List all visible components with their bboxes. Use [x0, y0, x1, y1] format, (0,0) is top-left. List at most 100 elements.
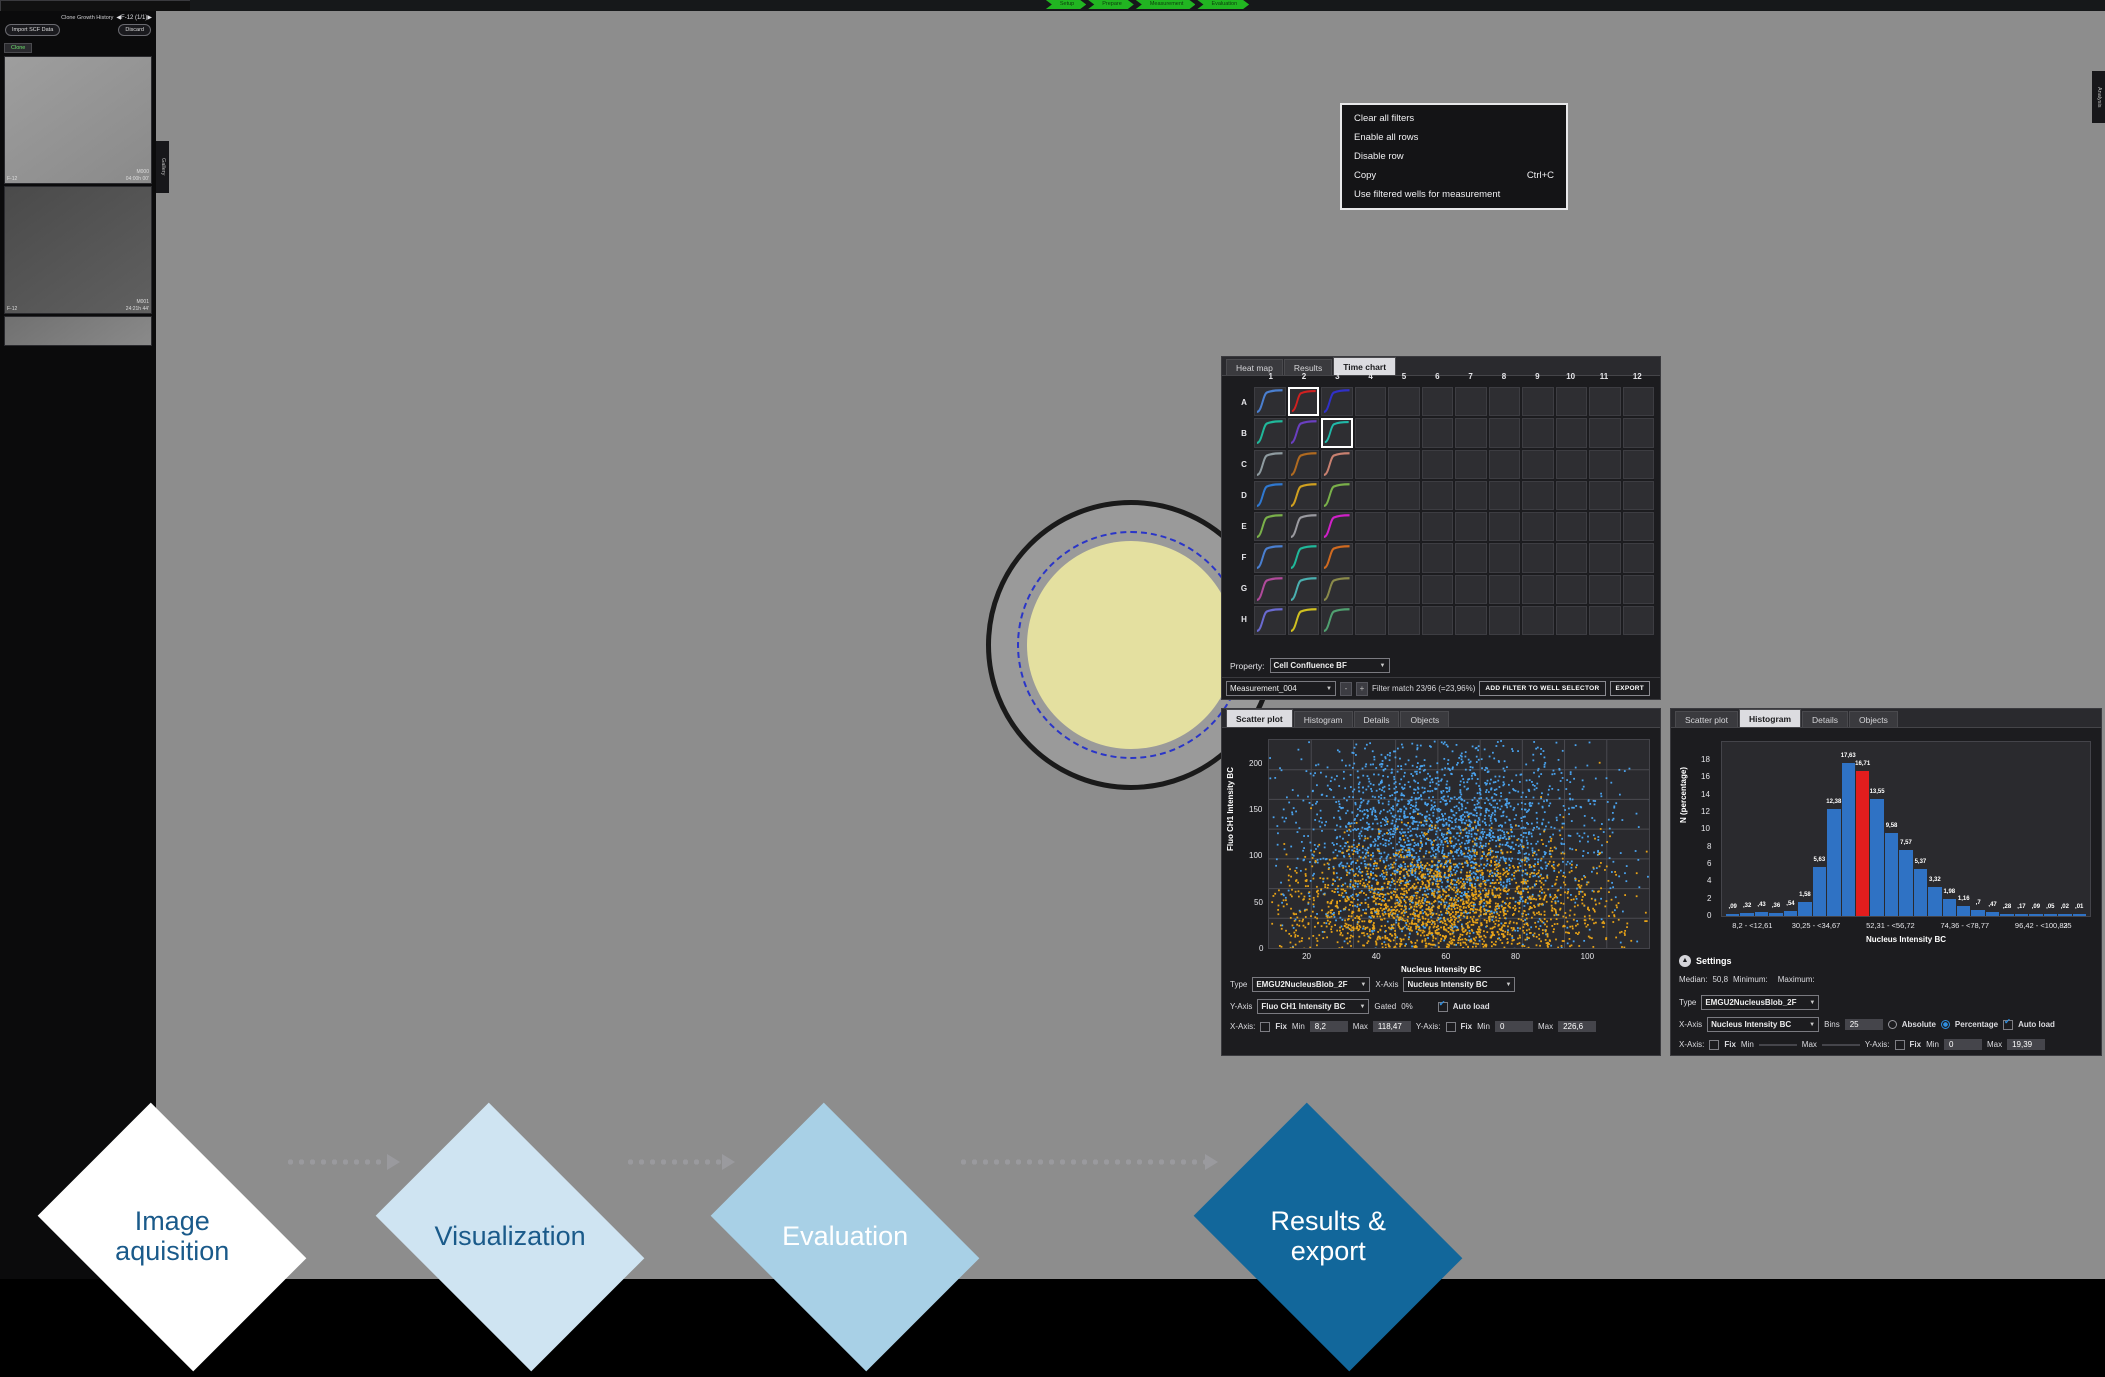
timechart-well-B-11[interactable] — [1589, 418, 1621, 447]
absolute-radio[interactable] — [1888, 1020, 1897, 1029]
histogram-bar[interactable]: ,28 — [2000, 914, 2013, 916]
timechart-well-C-5[interactable] — [1388, 450, 1420, 479]
timechart-well-H-9[interactable] — [1522, 606, 1554, 635]
timechart-well-D-5[interactable] — [1388, 481, 1420, 510]
timechart-well-G-12[interactable] — [1623, 575, 1655, 604]
auto-load-checkbox[interactable] — [1438, 1002, 1448, 1012]
y-max-input[interactable]: 19,39 — [2007, 1039, 2045, 1050]
timechart-well-A-1[interactable] — [1254, 387, 1286, 416]
timechart-well-F-7[interactable] — [1455, 543, 1487, 572]
timechart-well-C-4[interactable] — [1355, 450, 1387, 479]
histogram-bar[interactable]: 5,63 — [1813, 867, 1826, 916]
tab-scatter-plot[interactable]: Scatter plot — [1226, 709, 1293, 727]
timechart-well-A-10[interactable] — [1556, 387, 1588, 416]
timechart-grid[interactable] — [1254, 387, 1654, 635]
timechart-well-C-7[interactable] — [1455, 450, 1487, 479]
x-min-input[interactable] — [1759, 1044, 1797, 1046]
timechart-well-A-12[interactable] — [1623, 387, 1655, 416]
timechart-well-C-11[interactable] — [1589, 450, 1621, 479]
timechart-well-C-3[interactable] — [1321, 450, 1353, 479]
timechart-well-D-7[interactable] — [1455, 481, 1487, 510]
menu-item-enable-all-rows[interactable]: Enable all rows — [1342, 128, 1566, 147]
x-max-input[interactable] — [1822, 1044, 1860, 1046]
timechart-well-G-10[interactable] — [1556, 575, 1588, 604]
histogram-bar[interactable]: ,09 — [1726, 914, 1739, 916]
timechart-well-E-4[interactable] — [1355, 512, 1387, 541]
timechart-well-D-12[interactable] — [1623, 481, 1655, 510]
timechart-well-F-10[interactable] — [1556, 543, 1588, 572]
timechart-well-B-3[interactable] — [1321, 418, 1353, 447]
y-fix-checkbox[interactable] — [1446, 1022, 1456, 1032]
timechart-well-D-1[interactable] — [1254, 481, 1286, 510]
type-dropdown[interactable]: EMGU2NucleusBlob_2F ▼ — [1701, 995, 1819, 1010]
timechart-well-E-8[interactable] — [1489, 512, 1521, 541]
timechart-well-H-1[interactable] — [1254, 606, 1286, 635]
increment-button[interactable]: + — [1356, 682, 1368, 696]
histogram-bar[interactable]: 16,71 — [1856, 771, 1869, 916]
tab-objects[interactable]: Objects — [1849, 711, 1898, 727]
tab-details[interactable]: Details — [1354, 711, 1400, 727]
histogram-bar[interactable]: ,17 — [2015, 914, 2028, 916]
timechart-well-H-3[interactable] — [1321, 606, 1353, 635]
timechart-well-F-11[interactable] — [1589, 543, 1621, 572]
auto-load-checkbox[interactable] — [2003, 1020, 2013, 1030]
timechart-well-A-7[interactable] — [1455, 387, 1487, 416]
timechart-well-A-6[interactable] — [1422, 387, 1454, 416]
add-filter-to-well-selector-button[interactable]: ADD FILTER TO WELL SELECTOR — [1479, 681, 1605, 696]
timechart-well-E-7[interactable] — [1455, 512, 1487, 541]
timechart-well-E-2[interactable] — [1288, 512, 1320, 541]
histogram-bar[interactable]: ,36 — [1769, 913, 1782, 916]
timechart-well-F-5[interactable] — [1388, 543, 1420, 572]
menu-item-use-filtered-wells[interactable]: Use filtered wells for measurement — [1342, 185, 1566, 204]
timechart-well-G-5[interactable] — [1388, 575, 1420, 604]
measurement-dropdown[interactable]: Measurement_004 ▼ — [1226, 681, 1336, 696]
timechart-well-A-2[interactable] — [1288, 387, 1320, 416]
y-max-input[interactable]: 226,6 — [1558, 1021, 1596, 1032]
histogram-bar[interactable]: 3,32 — [1928, 887, 1941, 916]
y-min-input[interactable]: 0 — [1495, 1021, 1533, 1032]
gallery-side-tab[interactable]: Gallery — [156, 141, 169, 193]
timechart-well-A-3[interactable] — [1321, 387, 1353, 416]
timechart-well-F-1[interactable] — [1254, 543, 1286, 572]
timechart-well-H-5[interactable] — [1388, 606, 1420, 635]
timechart-well-C-8[interactable] — [1489, 450, 1521, 479]
tab-objects[interactable]: Objects — [1400, 711, 1449, 727]
timechart-well-F-6[interactable] — [1422, 543, 1454, 572]
timechart-well-F-12[interactable] — [1623, 543, 1655, 572]
timechart-well-B-6[interactable] — [1422, 418, 1454, 447]
timechart-well-B-10[interactable] — [1556, 418, 1588, 447]
timechart-well-F-2[interactable] — [1288, 543, 1320, 572]
timechart-well-B-5[interactable] — [1388, 418, 1420, 447]
timechart-well-H-7[interactable] — [1455, 606, 1487, 635]
bins-input[interactable]: 25 — [1845, 1019, 1883, 1030]
histogram-bar[interactable]: 9,58 — [1885, 833, 1898, 916]
timechart-well-C-12[interactable] — [1623, 450, 1655, 479]
well-image-viewport[interactable]: Gallery Analysis — [156, 11, 432, 440]
tab-scatter-plot[interactable]: Scatter plot — [1675, 711, 1738, 727]
histogram-bar[interactable]: ,43 — [1755, 912, 1768, 916]
histogram-bar[interactable]: ,02 — [2058, 914, 2071, 916]
x-axis-dropdown[interactable]: Nucleus Intensity BC ▼ — [1403, 977, 1515, 992]
well-navigator[interactable]: ◀F-12 (1/1)▶ — [116, 14, 152, 21]
timechart-well-B-9[interactable] — [1522, 418, 1554, 447]
timechart-well-C-10[interactable] — [1556, 450, 1588, 479]
histogram-bar[interactable]: 7,57 — [1899, 850, 1912, 916]
menu-item-copy[interactable]: Copy Ctrl+C — [1342, 166, 1566, 185]
thumbnail-m000[interactable]: F-12 M000 04:00h 00' — [4, 56, 152, 184]
timechart-well-F-8[interactable] — [1489, 543, 1521, 572]
x-fix-checkbox[interactable] — [1709, 1040, 1719, 1050]
tab-details[interactable]: Details — [1802, 711, 1848, 727]
timechart-well-B-7[interactable] — [1455, 418, 1487, 447]
x-max-input[interactable]: 118,47 — [1373, 1021, 1411, 1032]
timechart-well-E-11[interactable] — [1589, 512, 1621, 541]
timechart-well-C-6[interactable] — [1422, 450, 1454, 479]
timechart-well-F-4[interactable] — [1355, 543, 1387, 572]
timechart-well-A-8[interactable] — [1489, 387, 1521, 416]
y-fix-checkbox[interactable] — [1895, 1040, 1905, 1050]
histogram-bar[interactable]: ,47 — [1986, 912, 1999, 916]
timechart-well-C-9[interactable] — [1522, 450, 1554, 479]
histogram-bar[interactable]: 5,37 — [1914, 869, 1927, 916]
x-fix-checkbox[interactable] — [1260, 1022, 1270, 1032]
histogram-bar[interactable]: 17,63 — [1842, 763, 1855, 916]
menu-item-disable-row[interactable]: Disable row — [1342, 147, 1566, 166]
